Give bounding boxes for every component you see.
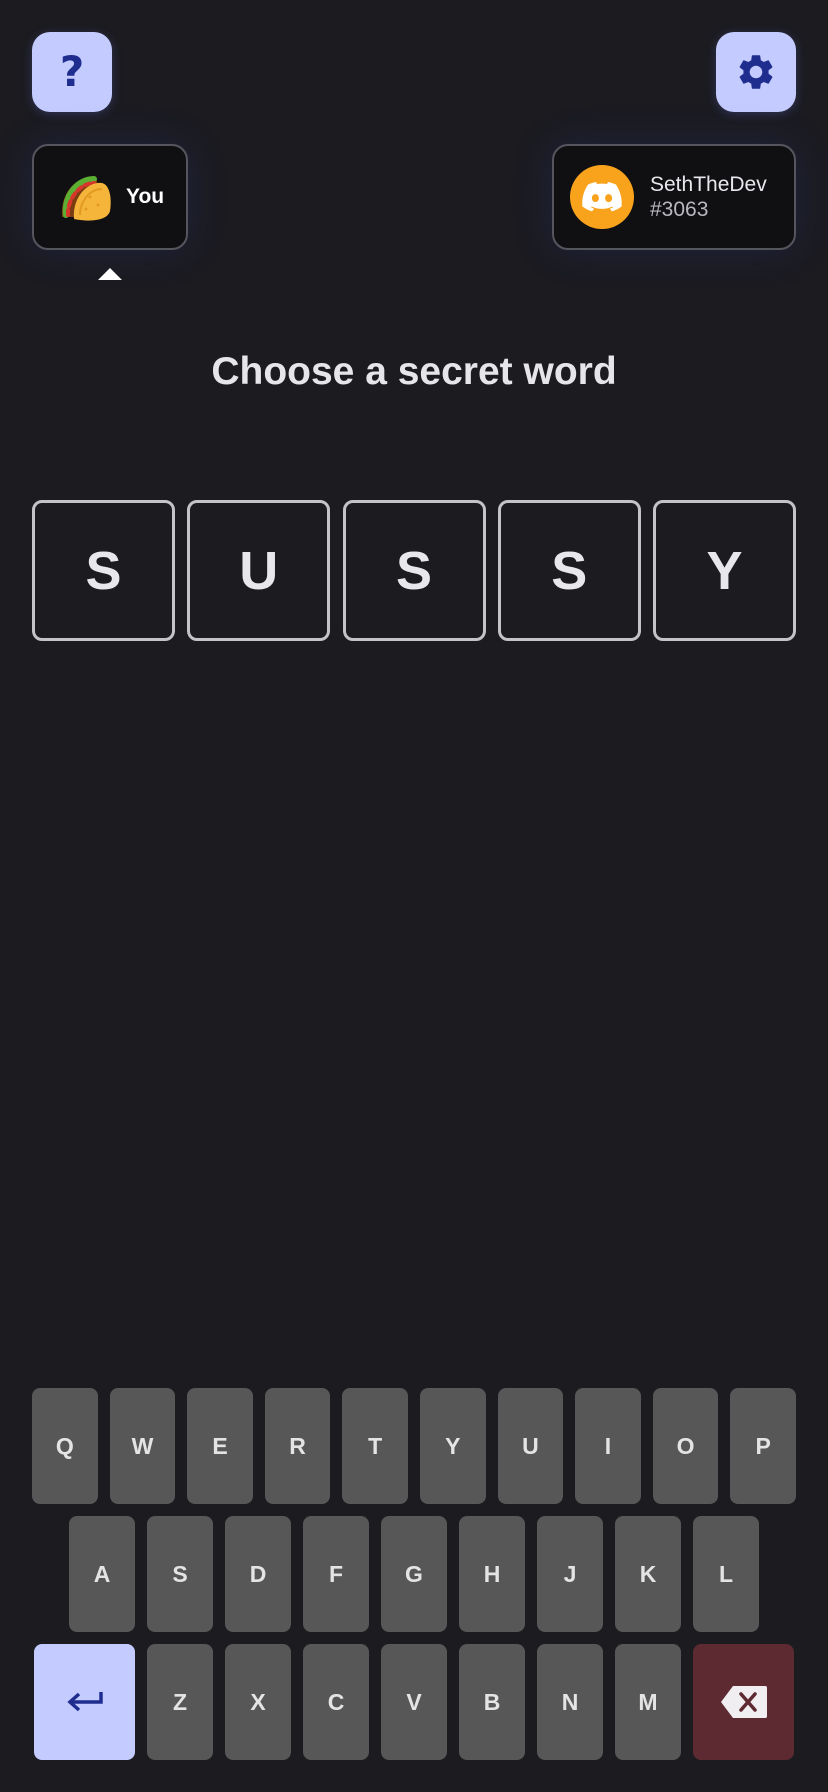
key-h[interactable]: H	[459, 1516, 525, 1632]
key-n[interactable]: N	[537, 1644, 603, 1760]
secret-word-tiles: S U S S Y	[32, 500, 796, 641]
key-x[interactable]: X	[225, 1644, 291, 1760]
key-y[interactable]: Y	[420, 1388, 486, 1504]
key-r[interactable]: R	[264, 1388, 331, 1504]
letter-tile: Y	[653, 500, 796, 641]
player-card-opponent: SethTheDev #3063	[552, 144, 796, 250]
discord-logo-icon	[582, 182, 622, 212]
key-c[interactable]: C	[303, 1644, 369, 1760]
key-q[interactable]: Q	[32, 1388, 98, 1504]
key-k[interactable]: K	[615, 1516, 681, 1632]
opponent-name: SethTheDev	[650, 172, 767, 196]
help-button[interactable]: ?	[32, 32, 112, 112]
key-g[interactable]: G	[381, 1516, 447, 1632]
key-f[interactable]: F	[303, 1516, 369, 1632]
player-label-you: You	[126, 185, 165, 208]
key-l[interactable]: L	[693, 1516, 759, 1632]
key-e[interactable]: E	[187, 1388, 253, 1504]
key-w[interactable]: W	[109, 1388, 176, 1504]
key-b[interactable]: B	[459, 1644, 525, 1760]
letter-tile: S	[32, 500, 175, 641]
keyboard-row-3: Z X C V B N M	[32, 1644, 796, 1760]
key-t[interactable]: T	[342, 1388, 408, 1504]
key-v[interactable]: V	[381, 1644, 447, 1760]
key-d[interactable]: D	[225, 1516, 291, 1632]
question-mark-icon: ?	[59, 47, 85, 96]
key-u[interactable]: U	[497, 1388, 564, 1504]
keyboard-row-1: Q W E R T Y U I O P	[32, 1388, 796, 1504]
opponent-avatar	[570, 165, 634, 229]
enter-key[interactable]	[34, 1644, 135, 1760]
key-p[interactable]: P	[730, 1388, 796, 1504]
settings-button[interactable]	[716, 32, 796, 112]
key-m[interactable]: M	[615, 1644, 681, 1760]
letter-tile: U	[187, 500, 331, 641]
keyboard-row-2: A S D F G H J K L	[32, 1516, 796, 1632]
taco-icon	[61, 176, 111, 221]
key-s[interactable]: S	[147, 1516, 213, 1632]
key-z[interactable]: Z	[147, 1644, 213, 1760]
backspace-key[interactable]	[693, 1644, 794, 1760]
key-i[interactable]: I	[575, 1388, 641, 1504]
opponent-tag: #3063	[650, 198, 709, 221]
gear-icon	[739, 55, 773, 89]
letter-tile: S	[497, 500, 641, 641]
page-title: Choose a secret word	[211, 350, 617, 393]
backspace-icon	[720, 1686, 767, 1718]
key-j[interactable]: J	[537, 1516, 603, 1632]
key-a[interactable]: A	[69, 1516, 135, 1632]
letter-tile: S	[342, 500, 486, 641]
key-o[interactable]: O	[652, 1388, 719, 1504]
enter-arrow-icon	[66, 1692, 103, 1712]
player-card-you: You	[32, 144, 188, 250]
on-screen-keyboard: Q W E R T Y U I O P A S D F G H J K L Z …	[32, 1388, 796, 1772]
turn-indicator-caret	[98, 268, 122, 280]
